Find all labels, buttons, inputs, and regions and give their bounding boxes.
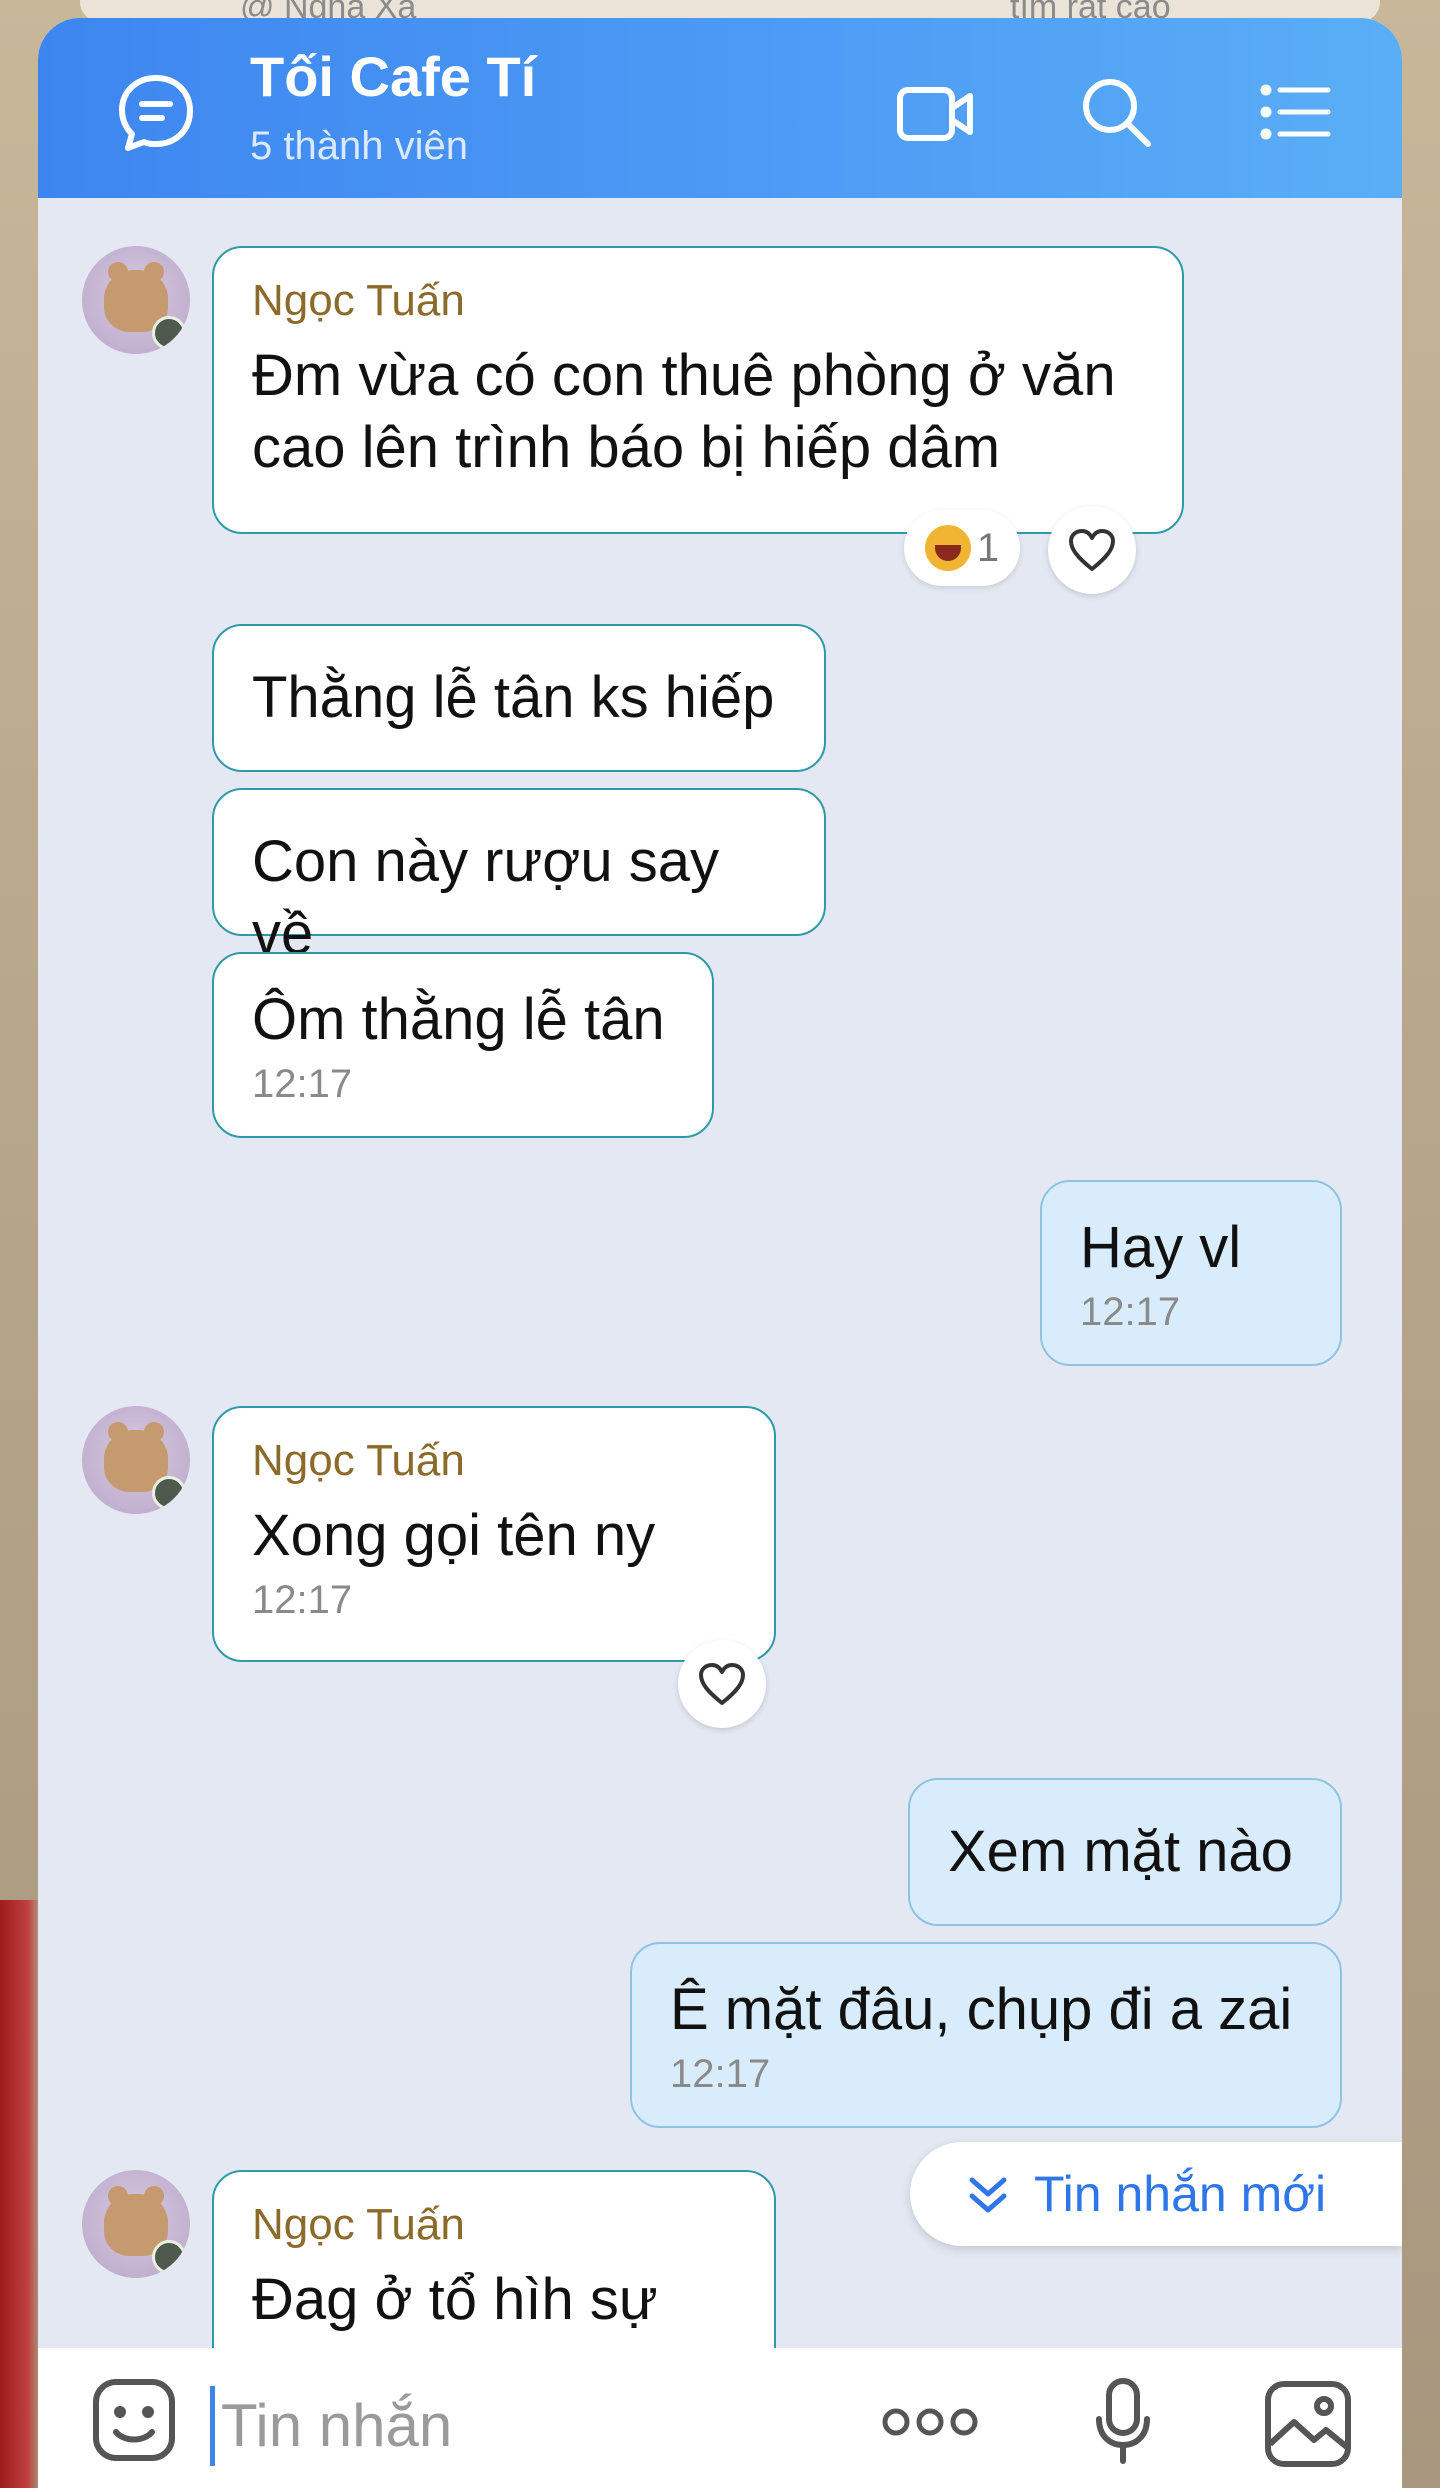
message-bubble[interactable]: Thằng lễ tân ks hiếp [212,624,826,772]
message-bubble-outgoing[interactable]: Xem mặt nào [908,1778,1342,1926]
chat-member-count[interactable]: 5 thành viên [250,124,468,169]
message-bubble[interactable]: Ôm thằng lễ tân 12:17 [212,952,714,1138]
key-badge-icon [152,2240,186,2274]
message-bubble-outgoing[interactable]: Hay vl 12:17 [1040,1180,1342,1366]
sticker-emoji-icon[interactable] [90,2376,178,2464]
message-sender: Ngọc Tuấn [252,2200,465,2249]
message-text: Đm vừa có con thuê phòng ở văn cao lên t… [252,343,1116,480]
message-time: 12:17 [252,1578,353,1622]
double-chevron-down-icon [969,2177,1007,2213]
message-text: Thằng lễ tân ks hiếp [252,665,775,730]
message-composer: Tin nhắn [38,2348,1402,2488]
message-bubble[interactable]: Ngọc Tuấn Xong gọi tên ny 12:17 [212,1406,776,1662]
avatar[interactable] [82,2170,190,2278]
react-heart-button[interactable] [1048,506,1136,594]
message-sender: Ngọc Tuấn [252,276,465,325]
image-gallery-icon[interactable] [1260,2376,1356,2472]
message-text: Xem mặt nào [948,1819,1293,1884]
more-options-icon[interactable] [880,2402,980,2442]
heart-icon [1069,529,1115,571]
message-text: Con này rượu say về [252,829,719,966]
video-call-icon[interactable] [896,78,976,150]
message-time: 12:17 [670,2052,771,2096]
message-sender: Ngọc Tuấn [252,1436,465,1485]
message-input[interactable]: Tin nhắn [210,2386,452,2466]
key-badge-icon [152,316,186,350]
message-bubble-outgoing[interactable]: Ê mặt đâu, chụp đi a zai 12:17 [630,1942,1342,2128]
chat-window: Tối Cafe Tí 5 thành viên Ngọc Tuấn Đm vừ… [38,18,1402,2488]
message-bubble[interactable]: Con này rượu say về [212,788,826,966]
message-text: Đag ở tổ hìh sự [252,2267,658,2332]
chat-title: Tối Cafe Tí [250,45,537,108]
heart-icon [699,1663,745,1705]
reaction-badge[interactable]: 1 [904,510,1020,586]
microphone-icon[interactable] [1090,2376,1156,2468]
laughing-emoji-icon [924,525,971,571]
key-badge-icon [152,1476,186,1510]
avatar[interactable] [82,246,190,354]
search-icon[interactable] [1078,74,1154,150]
background-blur [0,1900,40,2488]
message-bubble[interactable]: Ngọc Tuấn Đm vừa có con thuê phòng ở văn… [212,246,1184,534]
message-text: Ôm thằng lễ tân [252,987,665,1052]
react-heart-button[interactable] [678,1640,766,1728]
message-text: Xong gọi tên ny [252,1503,656,1568]
message-time: 12:17 [1080,1290,1181,1334]
reaction-count: 1 [976,525,1000,570]
new-messages-label: Tin nhắn mới [1034,2166,1327,2222]
chat-header: Tối Cafe Tí 5 thành viên [38,18,1402,198]
chat-group-icon[interactable] [114,70,198,154]
message-text: Ê mặt đâu, chụp đi a zai [670,1977,1293,2042]
avatar[interactable] [82,1406,190,1514]
new-messages-button[interactable]: Tin nhắn mới [910,2142,1402,2246]
menu-list-icon[interactable] [1260,84,1332,140]
message-time: 12:17 [252,1062,353,1106]
message-text: Hay vl [1080,1215,1242,1280]
